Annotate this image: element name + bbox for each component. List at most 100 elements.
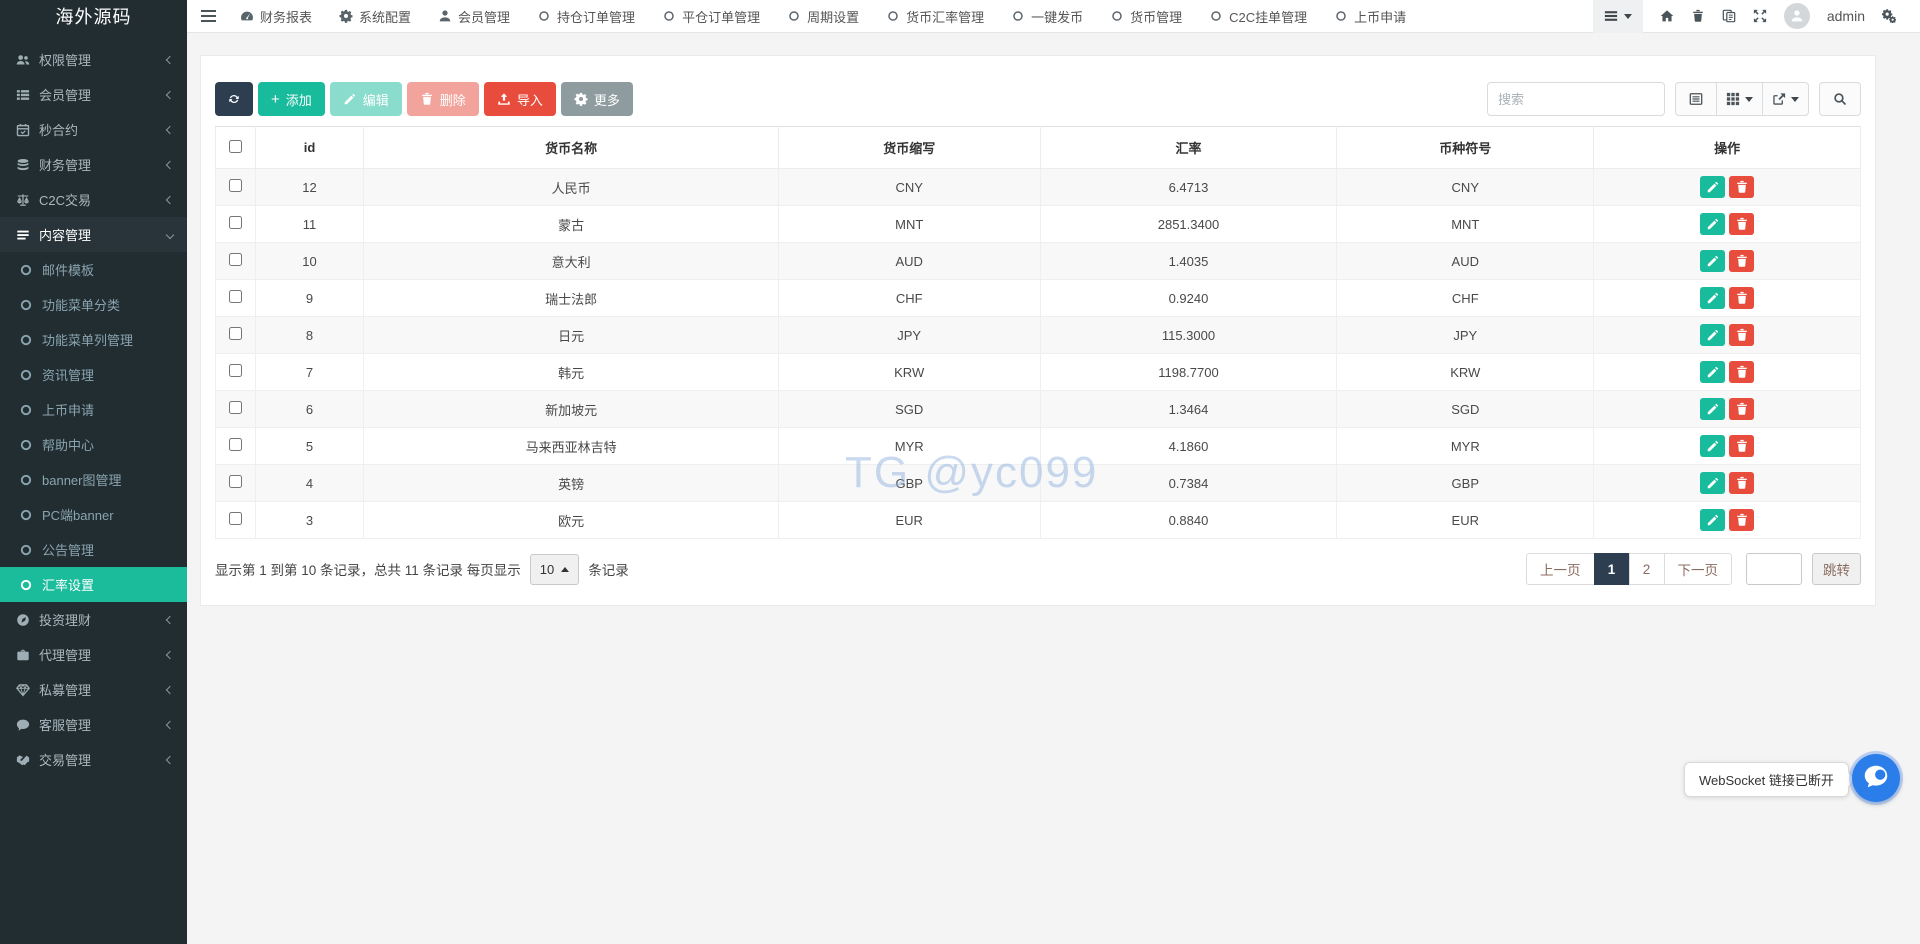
edit-row-button[interactable]: [1700, 176, 1725, 198]
column-header[interactable]: 操作: [1594, 127, 1861, 169]
column-header[interactable]: id: [255, 127, 364, 169]
refresh-button[interactable]: [215, 82, 253, 116]
sidebar-subitem[interactable]: 邮件模板: [0, 252, 187, 287]
edit-row-button[interactable]: [1700, 361, 1725, 383]
sidebar-item[interactable]: 财务管理: [0, 147, 187, 182]
nav-item-3[interactable]: 持仓订单管理: [537, 7, 635, 26]
column-header[interactable]: 货币名称: [364, 127, 778, 169]
sidebar-item-label: 交易管理: [39, 750, 167, 769]
nav-item-4[interactable]: 平仓订单管理: [662, 7, 760, 26]
edit-row-button[interactable]: [1700, 472, 1725, 494]
columns-button[interactable]: [1716, 82, 1763, 116]
cell-id: 8: [255, 317, 364, 354]
import-button[interactable]: 导入: [484, 82, 556, 116]
fullscreen-icon[interactable]: [1753, 9, 1767, 23]
add-button[interactable]: +添加: [258, 82, 325, 116]
column-header[interactable]: 汇率: [1040, 127, 1337, 169]
edit-row-button[interactable]: [1700, 509, 1725, 531]
avatar[interactable]: [1784, 3, 1810, 29]
sidebar-subitem[interactable]: 上币申请: [0, 392, 187, 427]
page-button-2[interactable]: 2: [1629, 553, 1665, 585]
delete-row-button[interactable]: [1729, 472, 1754, 494]
home-icon[interactable]: [1660, 9, 1674, 23]
sidebar-subitem[interactable]: 公告管理: [0, 532, 187, 567]
search-input[interactable]: [1487, 82, 1665, 116]
row-checkbox[interactable]: [229, 401, 242, 414]
sidebar-item[interactable]: 秒合约: [0, 112, 187, 147]
page-button-1[interactable]: 1: [1594, 553, 1630, 585]
search-button[interactable]: [1819, 82, 1861, 116]
nav-list-dropdown[interactable]: [1593, 0, 1643, 33]
row-checkbox[interactable]: [229, 216, 242, 229]
chat-fab-button[interactable]: [1852, 754, 1900, 802]
nav-item-6[interactable]: 货币汇率管理: [886, 7, 984, 26]
sidebar-item[interactable]: 私募管理: [0, 672, 187, 707]
caret-down-icon: [1745, 97, 1753, 102]
sidebar-item[interactable]: 投资理财: [0, 602, 187, 637]
delete-row-button[interactable]: [1729, 509, 1754, 531]
sidebar-item[interactable]: 内容管理: [0, 217, 187, 252]
detail-view-button[interactable]: [1675, 82, 1717, 116]
delete-row-button[interactable]: [1729, 361, 1754, 383]
delete-row-button[interactable]: [1729, 250, 1754, 272]
gears-icon[interactable]: [1882, 9, 1896, 23]
sidebar-subitem[interactable]: 资讯管理: [0, 357, 187, 392]
nav-item-9[interactable]: C2C挂单管理: [1209, 7, 1307, 26]
edit-row-button[interactable]: [1700, 435, 1725, 457]
delete-button[interactable]: 删除: [407, 82, 479, 116]
select-all-checkbox[interactable]: [229, 140, 242, 153]
row-checkbox[interactable]: [229, 179, 242, 192]
sidebar-subitem[interactable]: 帮助中心: [0, 427, 187, 462]
sidebar-item[interactable]: 代理管理: [0, 637, 187, 672]
row-checkbox[interactable]: [229, 438, 242, 451]
nav-item-1[interactable]: 系统配置: [339, 7, 411, 26]
more-button[interactable]: 更多: [561, 82, 633, 116]
sidebar-subitem[interactable]: PC端banner: [0, 497, 187, 532]
delete-row-button[interactable]: [1729, 287, 1754, 309]
edit-row-button[interactable]: [1700, 213, 1725, 235]
language-icon[interactable]: [1722, 9, 1736, 23]
column-header[interactable]: 货币缩写: [778, 127, 1040, 169]
row-checkbox[interactable]: [229, 253, 242, 266]
row-checkbox[interactable]: [229, 512, 242, 525]
sidebar-item[interactable]: 客服管理: [0, 707, 187, 742]
nav-item-8[interactable]: 货币管理: [1110, 7, 1182, 26]
nav-item-2[interactable]: 会员管理: [438, 7, 510, 26]
delete-row-button[interactable]: [1729, 324, 1754, 346]
sidebar-toggle-icon[interactable]: [201, 10, 216, 22]
delete-row-button[interactable]: [1729, 435, 1754, 457]
sidebar-item[interactable]: 会员管理: [0, 77, 187, 112]
edit-button[interactable]: 编辑: [330, 82, 402, 116]
edit-row-button[interactable]: [1700, 250, 1725, 272]
row-checkbox[interactable]: [229, 290, 242, 303]
next-page-button[interactable]: 下一页: [1664, 553, 1733, 585]
nav-item-0[interactable]: 财务报表: [240, 7, 312, 26]
edit-row-button[interactable]: [1700, 324, 1725, 346]
row-checkbox[interactable]: [229, 475, 242, 488]
prev-page-button[interactable]: 上一页: [1526, 553, 1595, 585]
column-header[interactable]: 币种符号: [1337, 127, 1594, 169]
nav-item-5[interactable]: 周期设置: [787, 7, 859, 26]
edit-row-button[interactable]: [1700, 287, 1725, 309]
sidebar-subitem[interactable]: banner图管理: [0, 462, 187, 497]
sidebar-subitem[interactable]: 汇率设置: [0, 567, 187, 602]
trash-icon[interactable]: [1691, 9, 1705, 23]
username-label[interactable]: admin: [1827, 8, 1865, 24]
sidebar-subitem[interactable]: 功能菜单分类: [0, 287, 187, 322]
sidebar-item[interactable]: 权限管理: [0, 42, 187, 77]
row-checkbox[interactable]: [229, 364, 242, 377]
nav-item-7[interactable]: 一键发币: [1011, 7, 1083, 26]
export-button[interactable]: [1762, 82, 1809, 116]
sidebar-item[interactable]: 交易管理: [0, 742, 187, 777]
page-size-dropdown[interactable]: 10: [530, 554, 579, 585]
row-checkbox[interactable]: [229, 327, 242, 340]
delete-row-button[interactable]: [1729, 176, 1754, 198]
jump-page-input[interactable]: [1746, 553, 1802, 585]
sidebar-item[interactable]: C2C交易: [0, 182, 187, 217]
edit-row-button[interactable]: [1700, 398, 1725, 420]
nav-item-10[interactable]: 上币申请: [1334, 7, 1406, 26]
delete-row-button[interactable]: [1729, 398, 1754, 420]
sidebar-subitem[interactable]: 功能菜单列管理: [0, 322, 187, 357]
delete-row-button[interactable]: [1729, 213, 1754, 235]
jump-button[interactable]: 跳转: [1812, 553, 1861, 585]
